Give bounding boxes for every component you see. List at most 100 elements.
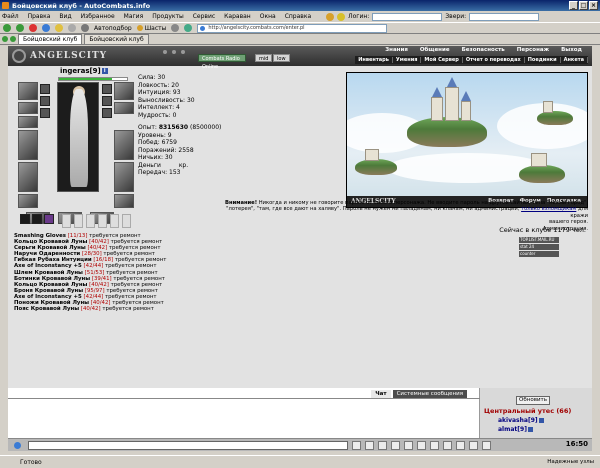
gloves-slot[interactable] (114, 82, 134, 100)
chat-user-icon[interactable] (14, 442, 21, 449)
sound-icon[interactable] (469, 441, 478, 450)
map-icon[interactable] (430, 441, 439, 450)
nav-inventory[interactable]: Инвентарь (355, 57, 393, 63)
back-icon[interactable] (3, 24, 11, 32)
menu-item-favorites[interactable]: Избранное (81, 13, 115, 20)
close-icon[interactable]: × (589, 1, 598, 10)
user-info-icon[interactable] (527, 427, 533, 432)
empty-slot[interactable] (110, 214, 119, 228)
login-input[interactable] (372, 12, 443, 21)
weapon-right-slot[interactable] (114, 130, 134, 160)
fight-icon[interactable] (417, 441, 426, 450)
beasts-select[interactable] (469, 12, 540, 21)
quick-slot[interactable] (32, 214, 42, 224)
menu-item-help[interactable]: Справка (285, 13, 311, 20)
building (365, 149, 379, 161)
quick-slot[interactable] (20, 214, 30, 224)
tab-combats-1[interactable]: Бойцовский клуб (18, 34, 83, 44)
stop-icon[interactable] (29, 24, 37, 32)
counter-badge[interactable]: stat 24 (519, 244, 559, 250)
home-icon[interactable] (55, 24, 63, 32)
send-icon[interactable] (352, 441, 361, 450)
parts-button[interactable]: Шасты (136, 25, 166, 32)
menu-item-view[interactable]: Вид (59, 13, 71, 20)
autofill-button[interactable]: Автоподбор (94, 25, 132, 32)
belt-slot[interactable] (18, 194, 38, 208)
quality-mid-button[interactable]: mid (255, 54, 273, 62)
scroll-icon[interactable] (456, 441, 465, 450)
user-info-icon[interactable] (538, 418, 544, 423)
search-icon[interactable] (171, 24, 180, 32)
helmet-slot[interactable] (18, 82, 38, 100)
nav-security[interactable]: Безопасность (456, 47, 511, 53)
menu-item-service[interactable]: Сервис (193, 13, 215, 20)
menu-item-file[interactable]: Файл (2, 13, 19, 20)
address-bar[interactable]: http://angelscity.combats.com/enter.pl (197, 23, 388, 33)
forward-icon[interactable] (16, 24, 24, 32)
clear-icon[interactable] (365, 441, 374, 450)
quick-slot[interactable] (44, 214, 54, 224)
armor-slot[interactable] (18, 162, 38, 192)
counter-badge[interactable]: counter (519, 251, 559, 257)
nav-character[interactable]: Персонаж (511, 47, 555, 53)
refresh-users-button[interactable]: Обновить (516, 396, 550, 405)
refresh-icon[interactable] (42, 24, 50, 32)
radio-button[interactable]: Combats Radio Online (198, 54, 246, 70)
tab-back-icon[interactable] (2, 36, 8, 42)
minimize-icon[interactable]: _ (569, 1, 578, 10)
empty-slot[interactable] (86, 214, 95, 228)
tab-system-messages[interactable]: Системные сообщения (392, 390, 467, 398)
leggings-slot[interactable] (114, 162, 134, 192)
nav-transfers-report[interactable]: Отчет о переводах (463, 57, 525, 63)
nav-skills[interactable]: Умения (393, 57, 422, 63)
menu-item-caravan[interactable]: Караван (224, 13, 251, 20)
gear-icon[interactable] (443, 441, 452, 450)
rune-slot[interactable] (40, 96, 50, 106)
tab-chat[interactable]: Чат (371, 390, 391, 398)
character-info-icon[interactable]: i (101, 68, 108, 74)
empty-slot[interactable] (122, 214, 131, 228)
user-item[interactable]: almat[9] (498, 426, 533, 433)
hackers-link[interactable]: только взломщикам (521, 206, 576, 212)
empty-slot[interactable] (62, 214, 71, 228)
rune-slot[interactable] (40, 84, 50, 94)
empty-slot[interactable] (98, 214, 107, 228)
amulet-slot[interactable] (18, 116, 38, 128)
smiles-icon[interactable] (378, 441, 387, 450)
nav-my-server[interactable]: Мой Сервер (421, 57, 463, 63)
save-icon[interactable] (81, 24, 89, 32)
spell-slot[interactable] (102, 96, 112, 106)
users-panel: Обновить Центральный утес (66) akivasha[… (482, 388, 592, 438)
weapon-left-slot[interactable] (18, 130, 38, 160)
filter-icon[interactable] (391, 441, 400, 450)
menu-item-windows[interactable]: Окна (260, 13, 276, 20)
counter-badge[interactable]: TOP.LIST.MAIL.RU (519, 237, 559, 243)
tab-combats-2[interactable]: Бойцовский клуб (84, 34, 149, 44)
smile-icon[interactable] (337, 12, 346, 21)
stat-level: Уровень: 9 (138, 131, 172, 139)
nav-communication[interactable]: Общение (414, 47, 456, 53)
spell-slot[interactable] (102, 84, 112, 94)
tab-forward-icon[interactable] (10, 36, 16, 42)
menu-item-magic[interactable]: Магия (124, 13, 144, 20)
boots-slot[interactable] (114, 194, 134, 208)
tools-icon[interactable] (184, 24, 193, 32)
rings-slot[interactable] (114, 102, 134, 114)
menu-item-products[interactable]: Продукты (152, 13, 184, 20)
quality-low-button[interactable]: low (273, 54, 290, 62)
earrings-slot[interactable] (18, 102, 38, 114)
spell-slot[interactable] (102, 108, 112, 118)
rune-slot[interactable] (40, 108, 50, 118)
nav-knowledge[interactable]: Знания (379, 47, 414, 53)
nav-duels[interactable]: Поединки (525, 57, 561, 63)
users-icon[interactable] (404, 441, 413, 450)
chat-input[interactable] (28, 441, 348, 450)
user-item[interactable]: akivasha[9] (498, 417, 544, 424)
menu-item-edit[interactable]: Правка (28, 13, 51, 20)
maximize-icon[interactable]: □ (579, 1, 588, 10)
nav-profile[interactable]: Анкета (561, 57, 588, 63)
nav-exit[interactable]: Выход (555, 47, 588, 53)
empty-slot[interactable] (74, 214, 83, 228)
help-icon[interactable] (482, 441, 491, 450)
print-icon[interactable] (68, 24, 76, 32)
